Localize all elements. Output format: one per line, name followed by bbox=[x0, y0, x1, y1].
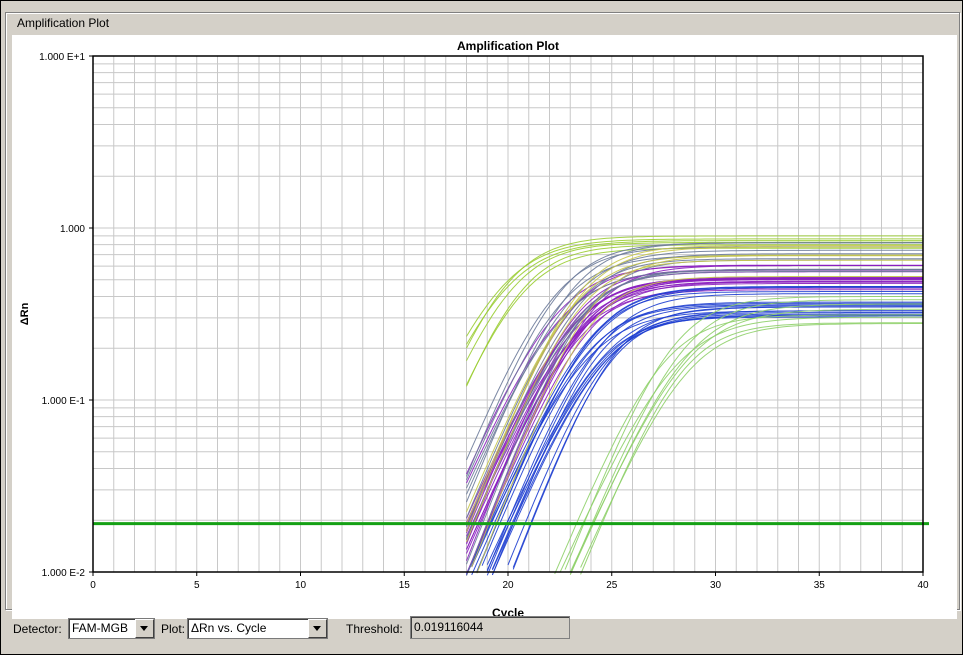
plot-type-dropdown-icon[interactable] bbox=[308, 619, 327, 638]
x-tick-label: 5 bbox=[194, 580, 200, 591]
x-tick-label: 10 bbox=[295, 580, 307, 591]
x-tick-label: 35 bbox=[814, 580, 826, 591]
threshold-label: Threshold: bbox=[346, 622, 403, 636]
threshold-value: 0.019116044 bbox=[414, 620, 484, 634]
amplification-curve bbox=[476, 291, 923, 573]
plot-label: Plot: bbox=[161, 622, 186, 636]
x-tick-label: 30 bbox=[710, 580, 722, 591]
y-tick-label: 1.000 E-1 bbox=[42, 396, 86, 407]
amplification-curve bbox=[512, 313, 923, 568]
plot-type-select[interactable]: ΔRn vs. Cycle bbox=[187, 618, 328, 639]
detector-label: Detector: bbox=[13, 622, 62, 636]
x-tick-label: 25 bbox=[606, 580, 618, 591]
panel-title: Amplification Plot bbox=[14, 16, 113, 30]
x-tick-label: 40 bbox=[917, 580, 929, 591]
y-tick-label: 1.000 E+1 bbox=[39, 52, 85, 63]
amplification-curve bbox=[580, 322, 923, 575]
detector-select[interactable]: FAM-MGB bbox=[68, 618, 155, 639]
amplification-chart: Amplification PlotCycleΔRn0 5 10 15 20 25 30 35… bbox=[19, 39, 929, 620]
amplification-window: Amplification Plot Amplification Plot Cyc… bbox=[0, 0, 963, 655]
y-tick-label: 1.000 bbox=[60, 224, 85, 235]
plot-type-value: ΔRn vs. Cycle bbox=[191, 621, 267, 635]
amplification-panel: Amplification Plot Amplification Plot Cyc… bbox=[5, 12, 960, 620]
threshold-field[interactable]: 0.019116044 bbox=[410, 616, 570, 639]
x-tick-label: 0 bbox=[90, 580, 96, 591]
y-tick-label: 1.000 E-2 bbox=[42, 568, 86, 579]
x-tick-label: 20 bbox=[502, 580, 514, 591]
y-axis-label: ΔRn bbox=[19, 302, 31, 325]
chart-title: Amplification Plot bbox=[457, 39, 559, 53]
detector-value: FAM-MGB bbox=[72, 621, 128, 635]
x-tick-label: 15 bbox=[399, 580, 411, 591]
detector-dropdown-icon[interactable] bbox=[135, 619, 154, 638]
plot-area: Amplification Plot Cycle ΔRn 0 5 10 15 20 25 30 35… bbox=[12, 35, 957, 620]
